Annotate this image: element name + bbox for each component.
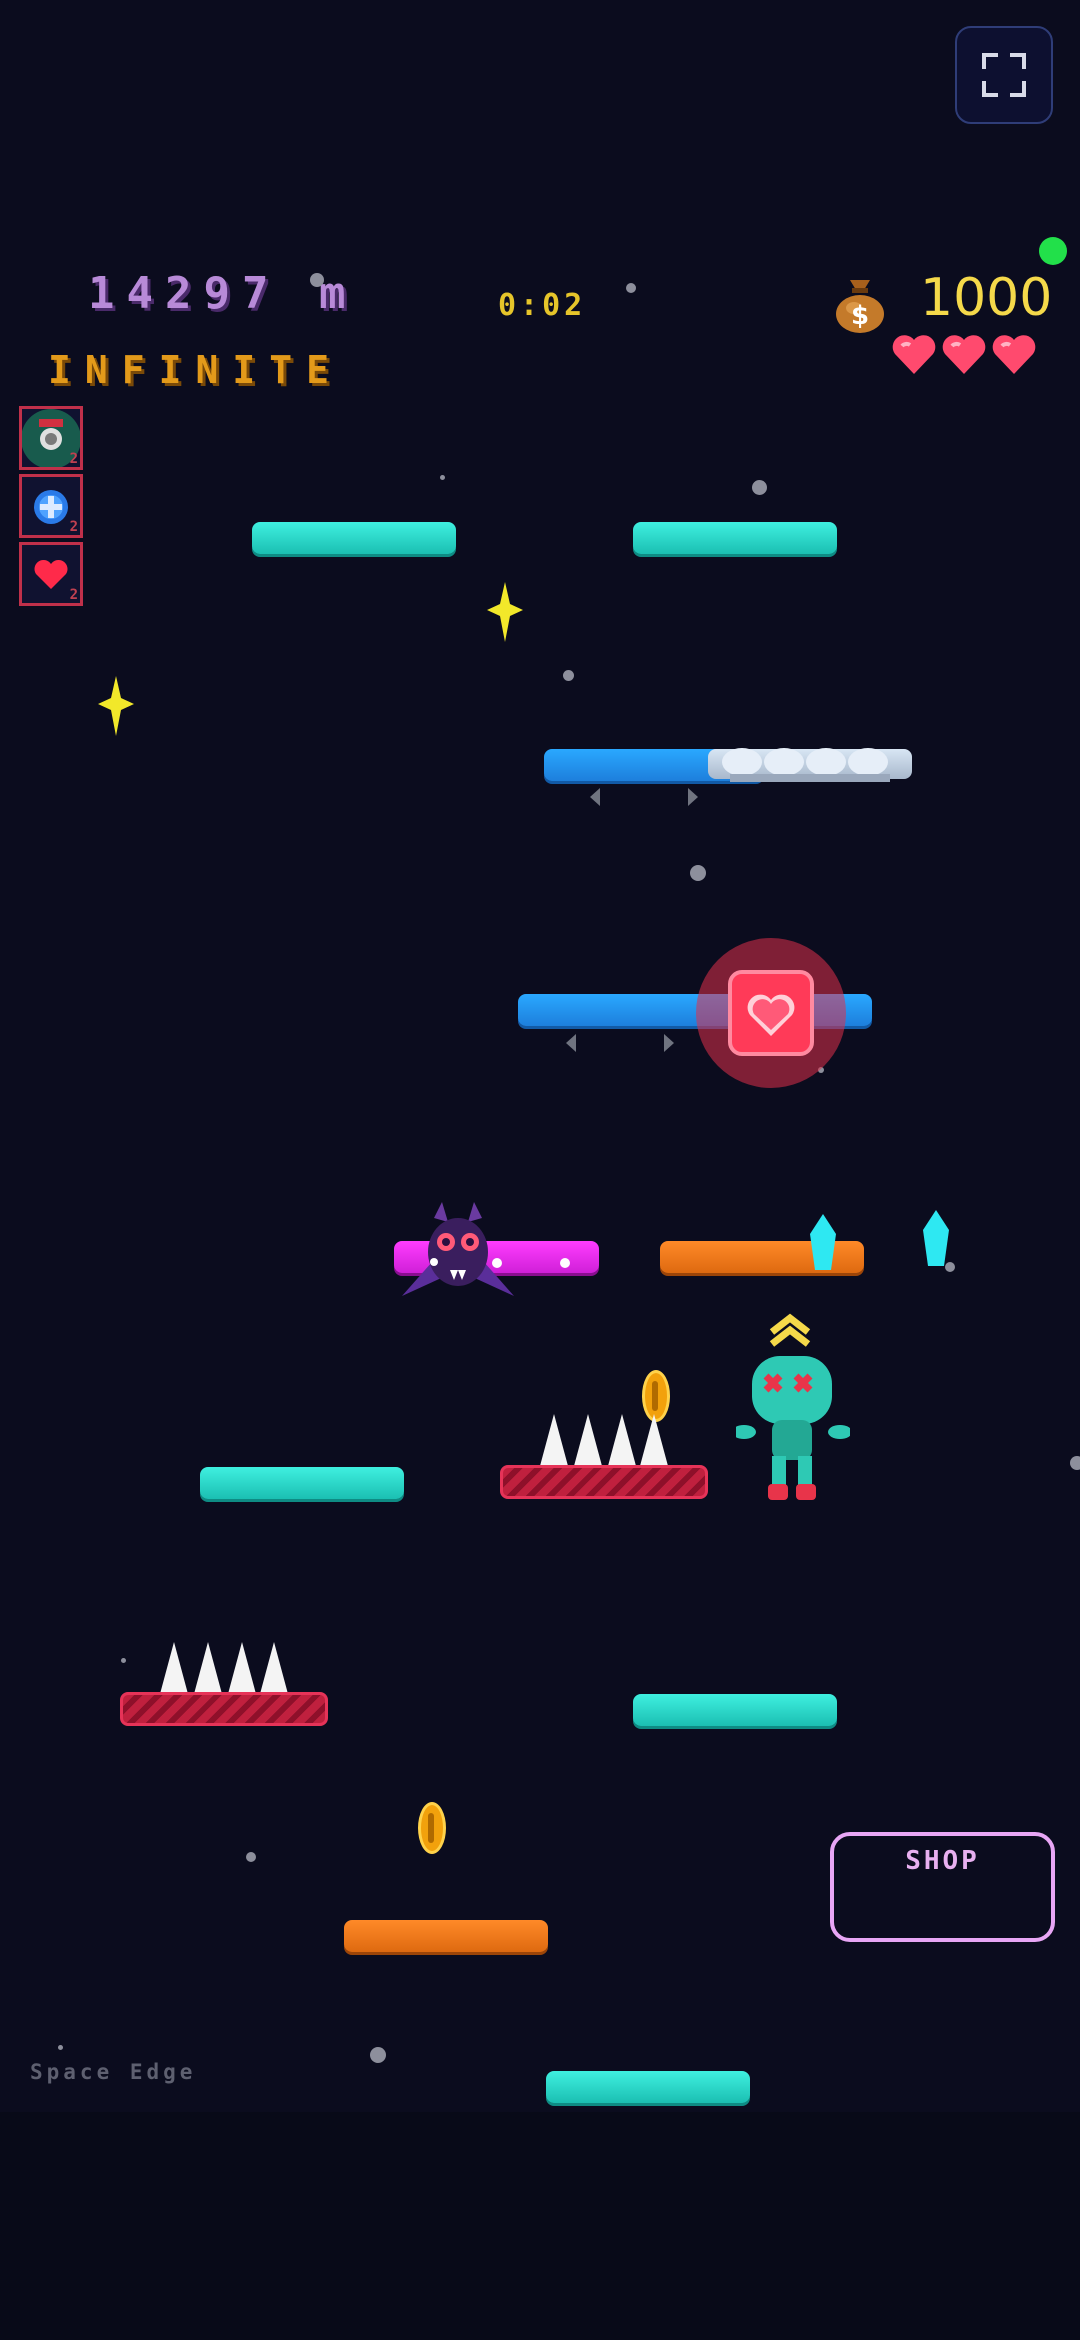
fullscreen-icon bbox=[982, 53, 1026, 97]
shop-button[interactable]: SHOP bbox=[830, 1832, 1055, 1942]
sparkle bbox=[492, 1258, 502, 1268]
space-debris bbox=[310, 273, 324, 287]
platform-normal bbox=[252, 522, 456, 554]
space-debris bbox=[246, 1852, 256, 1862]
powerup-heart-slot[interactable]: 2 bbox=[19, 542, 83, 606]
space-debris bbox=[121, 1658, 126, 1663]
spike-row bbox=[540, 1412, 670, 1466]
powerup-magnet-slot[interactable]: 2 bbox=[19, 406, 83, 470]
life-heart-icon bbox=[892, 335, 936, 374]
powerup-count: 2 bbox=[69, 587, 78, 603]
coin-count: 1000 bbox=[920, 268, 1053, 328]
space-debris bbox=[440, 475, 445, 480]
money-bag-icon: $ bbox=[836, 280, 884, 333]
platform-breakable bbox=[344, 1920, 548, 1952]
crystal-icon bbox=[810, 1214, 836, 1270]
powerup-count: 2 bbox=[69, 451, 78, 467]
platform-normal bbox=[633, 522, 837, 554]
fullscreen-button[interactable] bbox=[955, 26, 1053, 124]
space-debris bbox=[58, 2045, 63, 2050]
coin-pickup bbox=[418, 1802, 446, 1854]
spike-row bbox=[160, 1640, 290, 1694]
move-right-indicator bbox=[664, 1034, 674, 1052]
connection-status-dot bbox=[1039, 237, 1067, 265]
star-icon bbox=[98, 676, 134, 736]
platform-normal bbox=[633, 1694, 837, 1726]
star-icon bbox=[487, 582, 523, 642]
platform-normal bbox=[200, 1467, 404, 1499]
platform-spiked bbox=[120, 1692, 328, 1726]
run-timer: 0:02 bbox=[498, 288, 587, 323]
sparkle bbox=[430, 1258, 438, 1266]
powerup-count: 2 bbox=[69, 519, 78, 535]
life-heart-icon bbox=[942, 335, 986, 374]
heart-powerup-pickup bbox=[696, 938, 846, 1088]
platform-normal bbox=[546, 2071, 750, 2103]
game-mode-label: INFINITE bbox=[48, 348, 344, 392]
space-debris bbox=[563, 670, 574, 681]
crystal-icon bbox=[923, 1210, 949, 1266]
ground-band bbox=[0, 2112, 1080, 2340]
player-character bbox=[736, 1313, 850, 1500]
move-left-indicator bbox=[566, 1034, 576, 1052]
bat-enemy bbox=[402, 1202, 514, 1296]
powerup-shield-slot[interactable]: 2 bbox=[19, 474, 83, 538]
space-debris bbox=[626, 283, 636, 293]
sparkle bbox=[560, 1258, 570, 1268]
space-debris bbox=[752, 480, 767, 495]
space-debris bbox=[690, 865, 706, 881]
life-heart-icon bbox=[992, 335, 1036, 374]
svg-text:$: $ bbox=[851, 301, 869, 331]
cloud-puffs bbox=[722, 748, 890, 782]
zone-label: Space Edge bbox=[30, 2060, 197, 2084]
move-right-indicator bbox=[688, 788, 698, 806]
platform-spiked bbox=[500, 1465, 708, 1499]
space-debris bbox=[1070, 1456, 1080, 1470]
move-left-indicator bbox=[590, 788, 600, 806]
space-debris bbox=[370, 2047, 386, 2063]
lives-display bbox=[890, 330, 1040, 386]
